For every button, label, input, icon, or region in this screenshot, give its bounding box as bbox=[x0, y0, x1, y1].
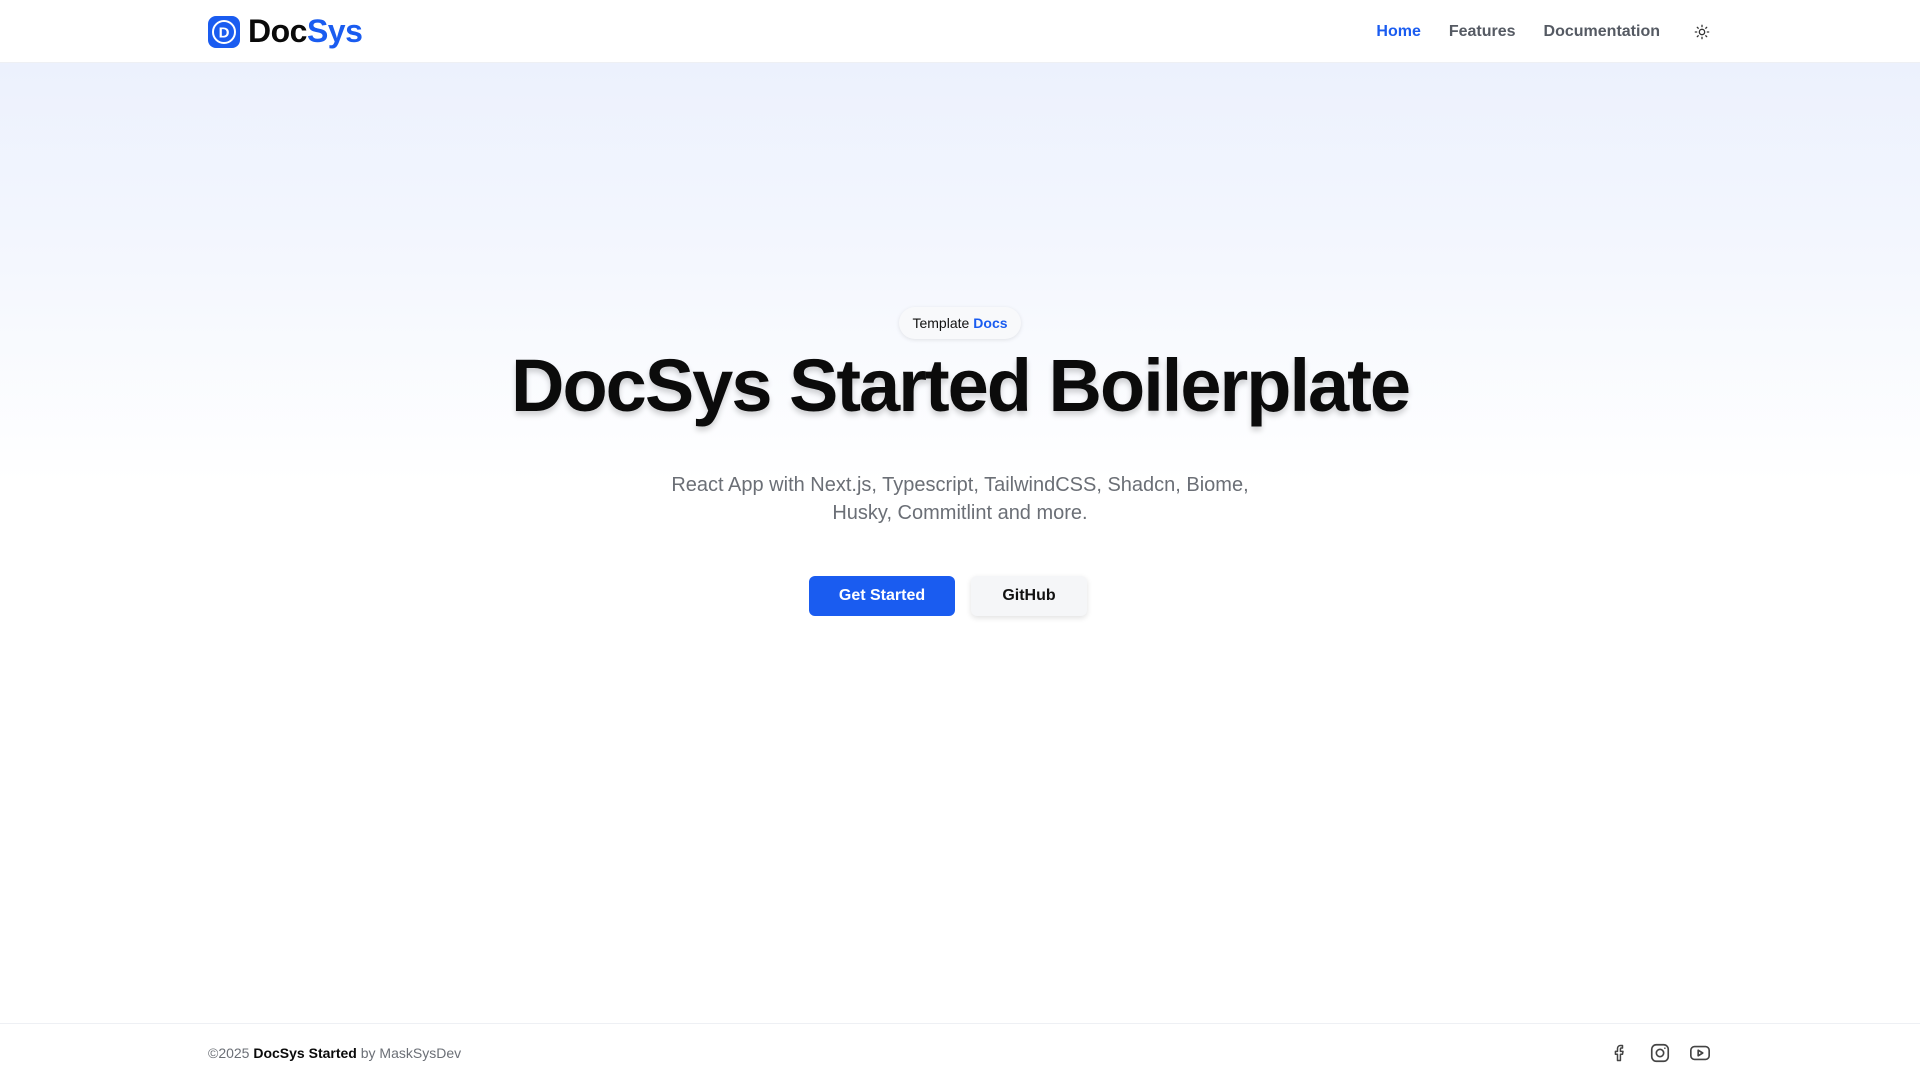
nav-documentation[interactable]: Documentation bbox=[1544, 23, 1660, 41]
header-container: D DocSys Home Features Documentation bbox=[208, 0, 1712, 63]
by-text: by bbox=[360, 1044, 376, 1061]
main-nav: Home Features Documentation bbox=[1376, 20, 1712, 44]
youtube-link[interactable] bbox=[1688, 1041, 1712, 1065]
instagram-link[interactable] bbox=[1648, 1041, 1672, 1065]
hero-section: Template Docs DocSys Started Boilerplate… bbox=[0, 63, 1920, 1023]
author-name: MaskSysDev bbox=[379, 1044, 462, 1061]
footer-container: ©2025 DocSys Started by MaskSysDev bbox=[208, 1024, 1712, 1080]
facebook-icon bbox=[1614, 1044, 1624, 1061]
copyright-text: ©2025 DocSys Started by MaskSysDev bbox=[208, 1045, 461, 1061]
get-started-button[interactable]: Get Started bbox=[809, 576, 955, 616]
brand-name-part1: Doc bbox=[248, 13, 307, 49]
hero-actions: Get Started GitHub bbox=[0, 576, 1920, 616]
social-links bbox=[1608, 1041, 1712, 1065]
theme-toggle-button[interactable] bbox=[1690, 20, 1714, 44]
nav-home[interactable]: Home bbox=[1376, 23, 1420, 41]
brand-link[interactable]: D DocSys bbox=[208, 13, 363, 50]
hero-subtitle: React App with Next.js, Typescript, Tail… bbox=[671, 474, 1249, 524]
youtube-icon bbox=[1690, 1045, 1710, 1060]
facebook-link[interactable] bbox=[1608, 1041, 1632, 1065]
brand-name-part2: Sys bbox=[306, 13, 363, 49]
hero-title: DocSys Started Boilerplate bbox=[511, 344, 1411, 427]
project-name: DocSys Started bbox=[253, 1044, 357, 1061]
sun-icon bbox=[1694, 24, 1710, 39]
site-footer: ©2025 DocSys Started by MaskSysDev bbox=[0, 1023, 1920, 1080]
github-button[interactable]: GitHub bbox=[971, 576, 1087, 616]
brand-logo-letter: D bbox=[219, 24, 230, 41]
nav-features[interactable]: Features bbox=[1449, 23, 1516, 41]
badge-accent: Docs bbox=[973, 315, 1008, 331]
badge-text: Template bbox=[912, 315, 970, 331]
site-header: D DocSys Home Features Documentation bbox=[0, 0, 1920, 63]
template-badge: Template Docs bbox=[899, 307, 1021, 339]
brand-logo-icon: D bbox=[208, 15, 240, 48]
brand-name: DocSys bbox=[248, 13, 363, 50]
copyright-year: ©2025 bbox=[208, 1044, 250, 1061]
instagram-icon bbox=[1650, 1043, 1670, 1062]
